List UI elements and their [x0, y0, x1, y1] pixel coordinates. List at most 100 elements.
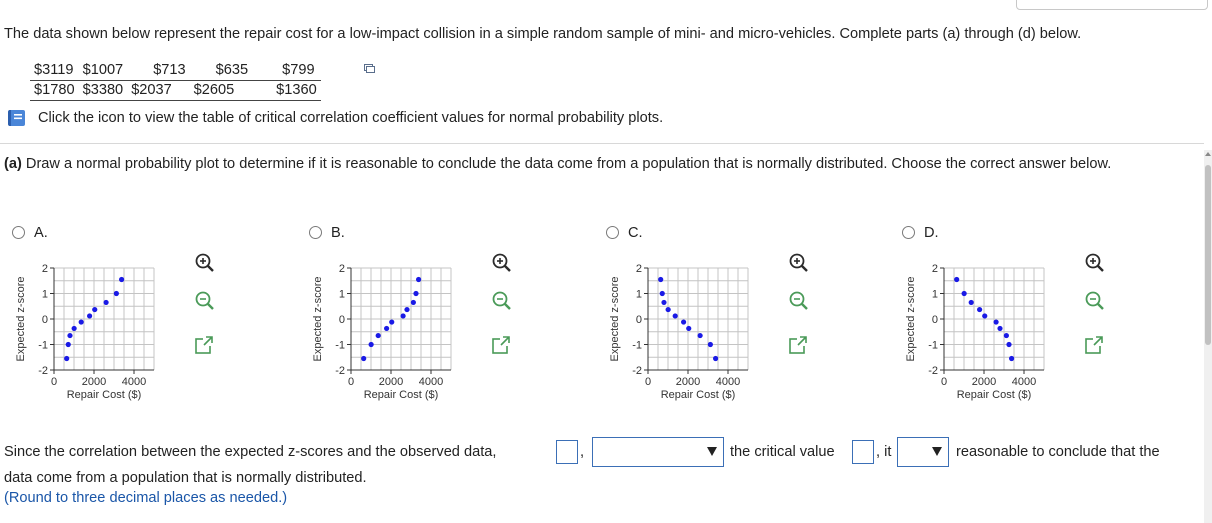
book-icon[interactable]: [6, 108, 27, 128]
zoom-in-icon: [492, 253, 511, 272]
zoom-in-icon: [195, 253, 214, 272]
option-b-label[interactable]: B.: [331, 225, 345, 241]
comparison-dropdown[interactable]: [592, 437, 724, 467]
chevron-down-icon[interactable]: [707, 447, 717, 456]
x-axis-label: Repair Cost ($): [957, 389, 1032, 401]
y-tick-label: 1: [42, 289, 48, 301]
data-point: [78, 319, 84, 325]
answer-text-it: , it: [876, 444, 892, 460]
y-tick-label: -2: [928, 365, 938, 377]
expand-button[interactable]: [192, 333, 218, 359]
y-tick-label: -2: [335, 365, 345, 377]
y-tick-label: 0: [932, 314, 938, 326]
zoom-out-button[interactable]: [489, 288, 515, 314]
y-tick-label: 2: [339, 263, 345, 275]
x-tick-label: 0: [645, 376, 651, 388]
data-point: [87, 313, 93, 319]
zoom-out-button[interactable]: [192, 288, 218, 314]
divider: [0, 143, 1204, 144]
zoom-out-icon: [1085, 291, 1104, 310]
data-point: [672, 313, 678, 319]
zoom-out-icon: [492, 291, 511, 310]
option-d[interactable]: D. 2 1 0 -1 -2 0 2000 4000 Repair Cost ($) Expect…: [902, 225, 1192, 415]
y-tick-label: 1: [932, 289, 938, 301]
y-tick-label: 0: [339, 314, 345, 326]
data-point: [658, 276, 664, 283]
correlation-input[interactable]: [556, 440, 578, 464]
question-part-label: (a): [4, 156, 22, 172]
data-point: [707, 341, 713, 348]
rounding-note: (Round to three decimal places as needed…: [4, 490, 288, 506]
data-point: [410, 299, 416, 306]
zoom-in-button[interactable]: [489, 250, 515, 276]
radio-option-d[interactable]: [902, 226, 915, 239]
expand-button[interactable]: [1082, 333, 1108, 359]
data-point: [1009, 355, 1015, 362]
table-cell: $3380: [78, 80, 128, 101]
y-axis-label: Expected z-score: [609, 277, 621, 362]
expand-icon: [492, 336, 510, 354]
radio-option-a[interactable]: [12, 226, 25, 239]
data-point: [375, 332, 381, 339]
table-row: $1780 $3380 $2037 $2605 $1360: [30, 80, 321, 101]
scrollbar-thumb[interactable]: [1205, 165, 1211, 345]
table-cell: $3119: [30, 61, 79, 81]
data-point: [997, 325, 1003, 332]
data-point: [1003, 332, 1009, 339]
data-point: [1006, 341, 1012, 348]
option-a[interactable]: A. 2 1 0 -1 -2 0 2000 4000 Repair Cost ($) Expect…: [12, 225, 302, 415]
data-point: [389, 319, 395, 325]
option-d-label[interactable]: D.: [924, 225, 939, 241]
chevron-down-icon[interactable]: [932, 447, 942, 456]
data-point: [92, 306, 98, 313]
probability-plot-a: 210-1-20 2000 4000Repair Cost ($)Expected …: [15, 263, 155, 401]
zoom-in-button[interactable]: [1082, 250, 1108, 276]
zoom-out-button[interactable]: [786, 288, 812, 314]
expand-button[interactable]: [489, 333, 515, 359]
expand-icon: [1085, 336, 1103, 354]
radio-option-c[interactable]: [606, 226, 619, 239]
expand-button[interactable]: [786, 333, 812, 359]
x-tick-label: 2000: [82, 376, 106, 388]
question-a: (a) Draw a normal probability plot to de…: [4, 155, 1194, 173]
table-cell: $1780: [30, 80, 79, 101]
zoom-out-icon: [789, 291, 808, 310]
x-tick-label: 2000: [379, 376, 403, 388]
scroll-up-arrow-icon[interactable]: [1205, 152, 1211, 156]
data-point: [103, 299, 109, 306]
zoom-in-button[interactable]: [786, 250, 812, 276]
option-c[interactable]: C. 2 1 0 -1 -2 0 2000 4000 Repair Cost ($) Expect…: [606, 225, 896, 415]
copy-data-icon[interactable]: [364, 64, 375, 73]
y-tick-label: -1: [38, 340, 48, 352]
data-point: [665, 306, 671, 313]
zoom-out-button[interactable]: [1082, 288, 1108, 314]
critical-values-link-text[interactable]: Click the icon to view the table of crit…: [38, 110, 663, 126]
data-point: [119, 276, 125, 283]
x-axis-label: Repair Cost ($): [661, 389, 736, 401]
table-cell: $635: [189, 61, 253, 81]
option-b[interactable]: B. 2 1 0 -1 -2 0 2000 4000 Repair Cost ($) Expect…: [309, 225, 599, 415]
x-axis-label: Repair Cost ($): [67, 389, 142, 401]
y-axis-label: Expected z-score: [15, 277, 27, 362]
x-tick-label: 0: [348, 376, 354, 388]
x-tick-label: 4000: [419, 376, 443, 388]
y-tick-label: -2: [632, 365, 642, 377]
zoom-in-button[interactable]: [192, 250, 218, 276]
data-point: [954, 276, 960, 283]
zoom-in-icon: [789, 253, 808, 272]
option-a-label[interactable]: A.: [34, 225, 48, 241]
x-tick-label: 0: [941, 376, 947, 388]
x-tick-label: 2000: [676, 376, 700, 388]
data-point: [67, 332, 73, 339]
x-tick-label: 0: [51, 376, 57, 388]
option-c-label[interactable]: C.: [628, 225, 643, 241]
y-tick-label: 1: [636, 289, 642, 301]
critical-value-input[interactable]: [852, 440, 874, 464]
x-tick-label: 4000: [1012, 376, 1036, 388]
y-tick-label: -1: [632, 340, 642, 352]
zoom-in-icon: [1085, 253, 1104, 272]
table-cell: $799: [252, 61, 321, 81]
data-point: [661, 299, 667, 306]
data-point: [413, 290, 419, 297]
radio-option-b[interactable]: [309, 226, 322, 239]
